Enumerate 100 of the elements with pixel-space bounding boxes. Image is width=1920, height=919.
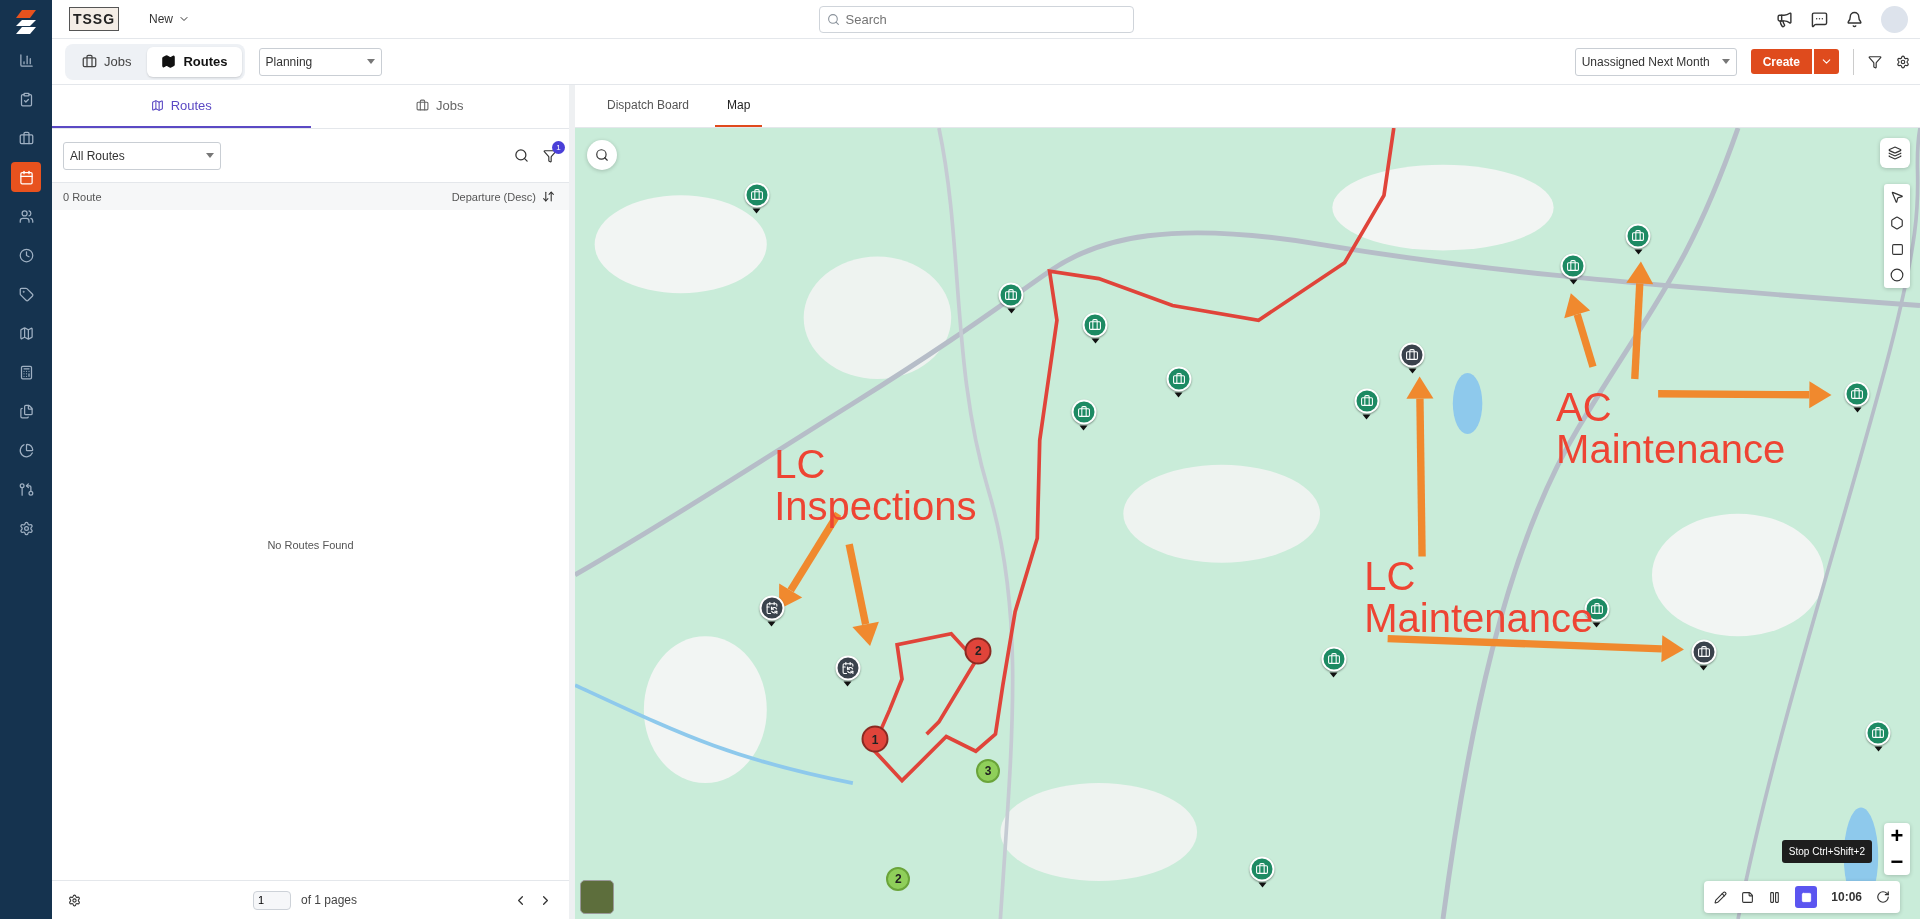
page-field[interactable]: 1 (253, 890, 291, 910)
job-marker[interactable] (1844, 381, 1870, 413)
briefcase-icon (1077, 405, 1091, 419)
job-marker[interactable] (1321, 646, 1347, 678)
layers-icon (1888, 146, 1902, 160)
briefcase-icon (1566, 259, 1580, 273)
annotation-text: Maintenance (1364, 597, 1594, 640)
job-marker[interactable] (998, 282, 1024, 313)
map-search-button[interactable] (587, 140, 617, 170)
page-count: of 1 pages (301, 893, 358, 907)
stop-marker[interactable]: 1 (861, 725, 889, 753)
sidebar-item[interactable] (11, 162, 41, 192)
annotation-text: LC (774, 442, 826, 485)
tooltip: Stop Ctrl+Shift+2 (1781, 840, 1872, 863)
new-menu[interactable]: New (143, 11, 196, 27)
branch-icon (18, 481, 34, 497)
pencil-icon[interactable] (1714, 890, 1728, 904)
job-marker[interactable] (1625, 223, 1651, 255)
stop-marker[interactable]: 3 (976, 758, 1001, 783)
briefcase-icon (1360, 394, 1374, 408)
recurring-job-marker[interactable] (835, 655, 861, 687)
settings-icon (18, 520, 34, 536)
briefcase-icon (1590, 602, 1604, 616)
route-count: 0 Route (63, 190, 102, 203)
search-icon (595, 148, 609, 162)
briefcase-icon (416, 99, 429, 112)
satellite-view-button[interactable] (580, 880, 614, 914)
annotation-text: Inspections (774, 484, 977, 527)
calendar-sync-icon (765, 601, 779, 615)
briefcase-icon (1004, 288, 1018, 301)
settings-icon[interactable] (68, 893, 81, 907)
briefcase-icon (750, 188, 764, 202)
job-marker[interactable] (1071, 399, 1097, 431)
view-tab[interactable]: Routes (147, 46, 242, 77)
job-marker[interactable] (744, 182, 770, 214)
chat-icon[interactable] (1811, 10, 1828, 28)
search-field[interactable]: Search (818, 5, 1134, 33)
company-logo: TSSG (69, 7, 119, 31)
job-marker[interactable] (1399, 342, 1425, 373)
calendar-sync-icon (841, 661, 855, 675)
view-tab[interactable]: Jobs (68, 46, 146, 77)
map-icon (161, 54, 177, 69)
users-icon (18, 208, 34, 224)
layers-button[interactable] (1880, 138, 1910, 168)
mode-select[interactable]: Planning (258, 47, 382, 76)
job-marker[interactable] (1865, 720, 1891, 752)
job-marker[interactable] (1560, 253, 1586, 285)
job-marker[interactable] (1082, 312, 1108, 344)
briefcase-icon (18, 130, 34, 146)
pause-icon[interactable] (1768, 890, 1782, 904)
create-button[interactable]: Create (1750, 49, 1812, 74)
route-filter-select[interactable]: All Routes (63, 141, 221, 170)
briefcase-icon (1850, 387, 1864, 401)
annotation-text: AC (1556, 386, 1612, 429)
note-icon[interactable] (1741, 890, 1755, 904)
job-marker[interactable] (1354, 388, 1380, 420)
empty-message: No Routes Found (267, 539, 354, 551)
lake (1452, 372, 1483, 435)
briefcase-icon (1088, 318, 1102, 332)
briefcase-icon (82, 54, 97, 69)
zoom-in-button[interactable]: + (1884, 823, 1910, 849)
briefcase-icon (1255, 862, 1269, 876)
tag-icon (18, 286, 34, 302)
map-tab[interactable]: Dispatch Board (595, 85, 702, 127)
stop-marker[interactable]: 2 (964, 637, 992, 665)
pie-chart-icon (18, 442, 34, 458)
job-marker[interactable] (1249, 856, 1275, 888)
sort-label[interactable]: Departure (Desc) (451, 190, 536, 203)
briefcase-icon (1631, 229, 1645, 243)
filter-icon[interactable] (1868, 54, 1882, 69)
restart-icon[interactable] (1876, 890, 1890, 904)
briefcase-icon (1172, 372, 1186, 386)
zoom-out-button[interactable]: − (1884, 849, 1910, 875)
clipboard-icon (18, 91, 34, 107)
megaphone-icon[interactable] (1776, 10, 1793, 28)
job-marker[interactable] (1166, 366, 1192, 398)
files-icon (18, 403, 34, 419)
panel-tab[interactable]: Routes (52, 85, 311, 128)
notification-icon[interactable] (1846, 10, 1863, 28)
calculator-icon (18, 364, 34, 380)
recurring-job-marker[interactable] (759, 595, 785, 627)
panel-tab[interactable]: Jobs (310, 85, 569, 128)
briefcase-icon (1327, 652, 1341, 666)
settings-icon[interactable] (1896, 54, 1910, 69)
map-icon (150, 99, 164, 112)
sort-icon[interactable] (542, 190, 555, 203)
clock-icon (18, 247, 34, 263)
search-icon[interactable] (514, 148, 529, 163)
briefcase-icon (1697, 645, 1711, 659)
briefcase-icon (1405, 348, 1419, 361)
stop-marker[interactable]: 2 (886, 866, 911, 891)
briefcase-icon (1871, 726, 1885, 740)
recording-time: 10:06 (1831, 890, 1862, 904)
period-select[interactable]: Unassigned Next Month (1574, 47, 1737, 76)
filter-count-badge: 1 (552, 140, 565, 154)
stop-button[interactable] (1795, 886, 1818, 908)
square-icon (1800, 891, 1812, 903)
filter-icon[interactable] (543, 148, 557, 163)
annotation-text: LC (1364, 555, 1416, 598)
job-marker[interactable] (1691, 639, 1717, 671)
